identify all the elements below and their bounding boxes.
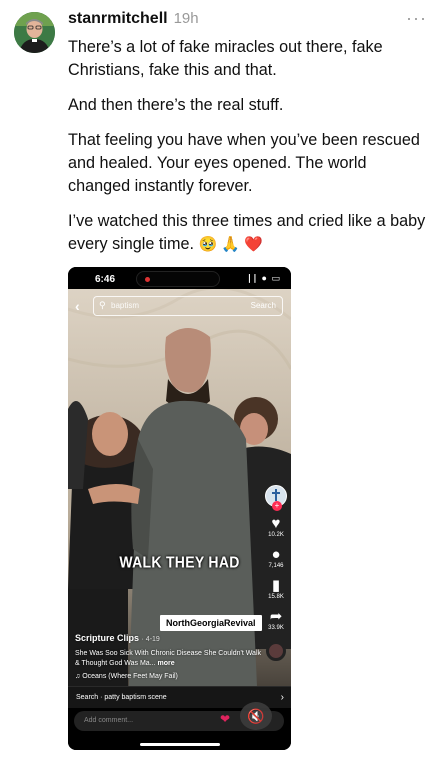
post-paragraph: That feeling you have when you’ve been r…: [68, 131, 420, 195]
like-count: 10.2K: [268, 532, 284, 538]
video-author-line: Scripture Clips · 4-19: [75, 633, 265, 645]
post-paragraph: And then there’s the real stuff.: [68, 96, 284, 114]
comment-bubble-icon: ●: [271, 546, 281, 563]
search-icon: ⚲: [99, 300, 106, 310]
back-arrow-icon[interactable]: ‹: [75, 298, 80, 314]
post-paragraph-with-emojis: I’ve watched this three times and cried …: [68, 210, 433, 256]
sound-name[interactable]: ♫ Oceans (Where Feet May Fail): [75, 672, 265, 682]
comment-action[interactable]: ● 7,146: [264, 547, 288, 569]
more-link[interactable]: more: [158, 660, 175, 667]
search-suggestion: Search · patty baptism scene: [76, 694, 167, 701]
video-search-bar[interactable]: ⚲ baptism Search: [93, 296, 283, 316]
save-action[interactable]: ▮ 15.8K: [264, 578, 288, 600]
video-embed[interactable]: 6:46 ∣∣ ● ▭ ‹ ⚲ baptism Search WALK THEY…: [68, 267, 291, 750]
mute-speaker-icon[interactable]: 🔇: [240, 702, 272, 730]
heart-emoji-icon[interactable]: ❤: [220, 712, 230, 726]
home-indicator: [140, 743, 220, 746]
heart-icon: ♥: [271, 515, 281, 532]
video-date: · 4-19: [141, 636, 160, 643]
video-info: Scripture Clips · 4-19 She Was Soo Sick …: [75, 633, 265, 682]
dynamic-island: [136, 271, 220, 287]
comment-bar: Add comment... ❤ 🔇: [68, 702, 291, 750]
search-query: baptism: [111, 301, 140, 310]
post: stanrmitchell 19h ··· There’s a lot of f…: [0, 0, 439, 766]
more-options-icon[interactable]: ···: [406, 8, 427, 29]
watermark-label: NorthGeorgiaRevival: [160, 615, 262, 631]
follow-plus-icon[interactable]: +: [272, 501, 282, 511]
timestamp: 19h: [173, 10, 199, 27]
phone-status-bar: 6:46 ∣∣ ● ▭: [68, 267, 291, 289]
creator-avatar[interactable]: +: [265, 485, 287, 511]
comment-count: 7,146: [268, 563, 284, 569]
post-paragraph: There’s a lot of fake miracles out there…: [68, 38, 383, 79]
share-count: 33.9K: [268, 625, 284, 631]
search-button[interactable]: Search: [251, 301, 276, 310]
post-header: stanrmitchell 19h: [68, 10, 199, 28]
video-description-line: She Was Soo Sick With Chronic Disease Sh…: [75, 649, 265, 669]
music-disc-icon[interactable]: [266, 641, 286, 661]
post-text: There’s a lot of fake miracles out there…: [68, 36, 433, 268]
share-action[interactable]: ➦ 33.9K: [264, 609, 288, 631]
share-arrow-icon: ➦: [269, 608, 283, 625]
chevron-right-icon: ›: [280, 692, 284, 703]
video-caption-overlay: WALK THEY HAD: [119, 552, 240, 572]
bookmark-icon: ▮: [271, 577, 281, 594]
recording-dot-icon: [145, 277, 150, 282]
save-count: 15.8K: [268, 594, 284, 600]
like-action[interactable]: ♥ 10.2K: [264, 516, 288, 538]
status-time: 6:46: [95, 274, 116, 285]
avatar[interactable]: [14, 12, 55, 53]
username[interactable]: stanrmitchell: [68, 10, 168, 28]
emoji-group: 🥹 🙏 ❤️: [198, 236, 263, 253]
action-rail: + ♥ 10.2K ● 7,146 ▮ 15.8K ➦ 33.9K: [264, 485, 288, 661]
video-author[interactable]: Scripture Clips: [75, 633, 139, 643]
signal-wifi-battery-icon: ∣∣ ● ▭: [247, 273, 281, 283]
